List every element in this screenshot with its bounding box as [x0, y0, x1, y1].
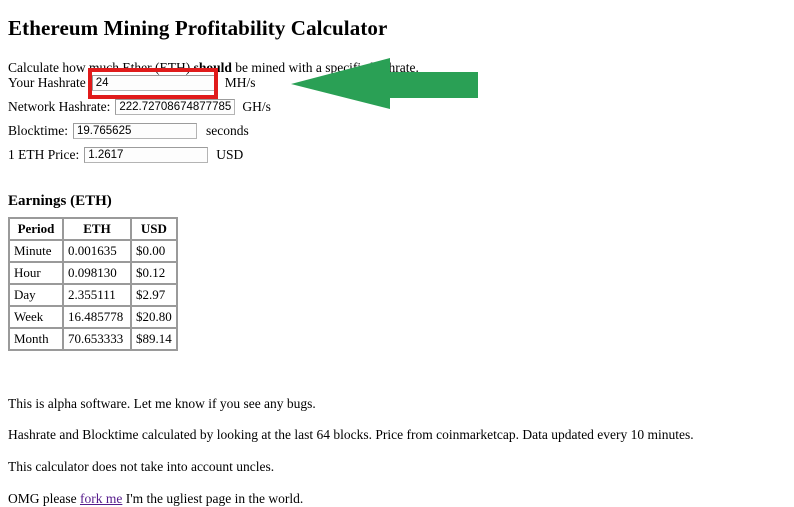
cell-eth: 16.485778: [63, 306, 131, 328]
field-row-network-hashrate: Network Hashrate: GH/s: [8, 96, 271, 118]
cell-period: Minute: [9, 240, 63, 262]
earnings-heading: Earnings (ETH): [8, 193, 112, 210]
network-hashrate-unit: GH/s: [242, 99, 271, 114]
cell-usd: $20.80: [131, 306, 177, 328]
cell-usd: $89.14: [131, 328, 177, 350]
cell-eth: 2.355111: [63, 284, 131, 306]
inputs-form: Your Hashrate MH/s Network Hashrate: GH/…: [8, 72, 271, 166]
table-row: Week 16.485778 $20.80: [9, 306, 177, 328]
calculator-page: Ethereum Mining Profitability Calculator…: [0, 0, 794, 507]
table-row: Month 70.653333 $89.14: [9, 328, 177, 350]
your-hashrate-input[interactable]: [91, 75, 218, 91]
cell-usd: $0.00: [131, 240, 177, 262]
blocktime-unit: seconds: [206, 123, 249, 138]
note-fork-before: OMG please: [8, 490, 80, 506]
cell-eth: 70.653333: [63, 328, 131, 350]
earnings-table: Period ETH USD Minute 0.001635 $0.00 Hou…: [8, 217, 178, 351]
eth-price-unit: USD: [216, 147, 244, 162]
fork-me-link[interactable]: fork me: [80, 491, 122, 506]
your-hashrate-unit: MH/s: [224, 75, 256, 90]
field-row-your-hashrate: Your Hashrate MH/s: [8, 72, 271, 94]
cell-usd: $0.12: [131, 262, 177, 284]
network-hashrate-input[interactable]: [115, 99, 236, 115]
cell-period: Month: [9, 328, 63, 350]
cell-period: Day: [9, 284, 63, 306]
table-row: Minute 0.001635 $0.00: [9, 240, 177, 262]
blocktime-input[interactable]: [73, 123, 197, 139]
earnings-table-container: Period ETH USD Minute 0.001635 $0.00 Hou…: [8, 217, 178, 351]
your-hashrate-label: Your Hashrate: [8, 75, 86, 90]
column-header-usd: USD: [131, 218, 177, 240]
eth-price-label: 1 ETH Price:: [8, 147, 80, 162]
table-row: Day 2.355111 $2.97: [9, 284, 177, 306]
field-row-eth-price: 1 ETH Price: USD: [8, 144, 271, 166]
field-row-blocktime: Blocktime: seconds: [8, 120, 271, 142]
note-alpha-software: This is alpha software. Let me know if y…: [8, 395, 316, 411]
blocktime-label: Blocktime:: [8, 123, 68, 138]
cell-period: Hour: [9, 262, 63, 284]
column-header-eth: ETH: [63, 218, 131, 240]
cell-period: Week: [9, 306, 63, 328]
cell-usd: $2.97: [131, 284, 177, 306]
cell-eth: 0.098130: [63, 262, 131, 284]
table-row: Hour 0.098130 $0.12: [9, 262, 177, 284]
note-calculation-source: Hashrate and Blocktime calculated by loo…: [8, 426, 694, 442]
note-fork-after: I'm the ugliest page in the world.: [122, 490, 304, 506]
table-header-row: Period ETH USD: [9, 218, 177, 240]
note-uncles: This calculator does not take into accou…: [8, 458, 275, 474]
note-fork: OMG please fork me I'm the ugliest page …: [8, 491, 303, 507]
eth-price-input[interactable]: [84, 147, 209, 163]
column-header-period: Period: [9, 218, 63, 240]
network-hashrate-label: Network Hashrate:: [8, 99, 111, 114]
cell-eth: 0.001635: [63, 240, 131, 262]
page-title: Ethereum Mining Profitability Calculator: [8, 16, 388, 41]
